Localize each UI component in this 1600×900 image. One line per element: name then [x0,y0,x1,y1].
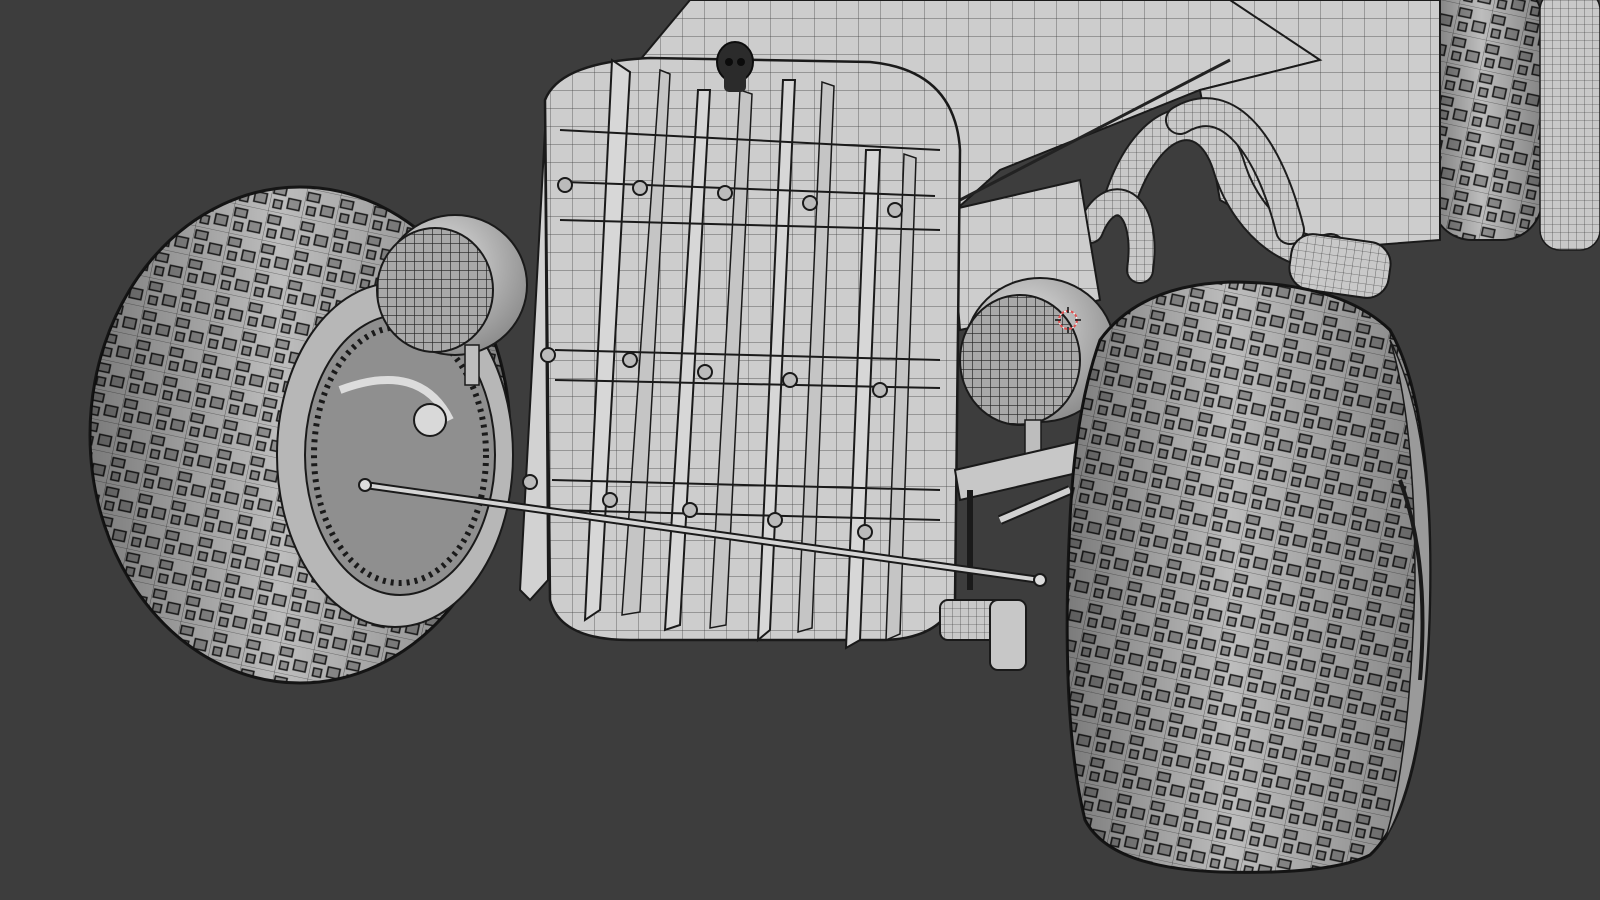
3d-viewport[interactable] [0,0,1600,900]
viewport-scene[interactable] [0,0,1600,900]
rear-wheel-right[interactable] [1431,0,1600,251]
front-wheel-right[interactable] [1065,280,1432,874]
